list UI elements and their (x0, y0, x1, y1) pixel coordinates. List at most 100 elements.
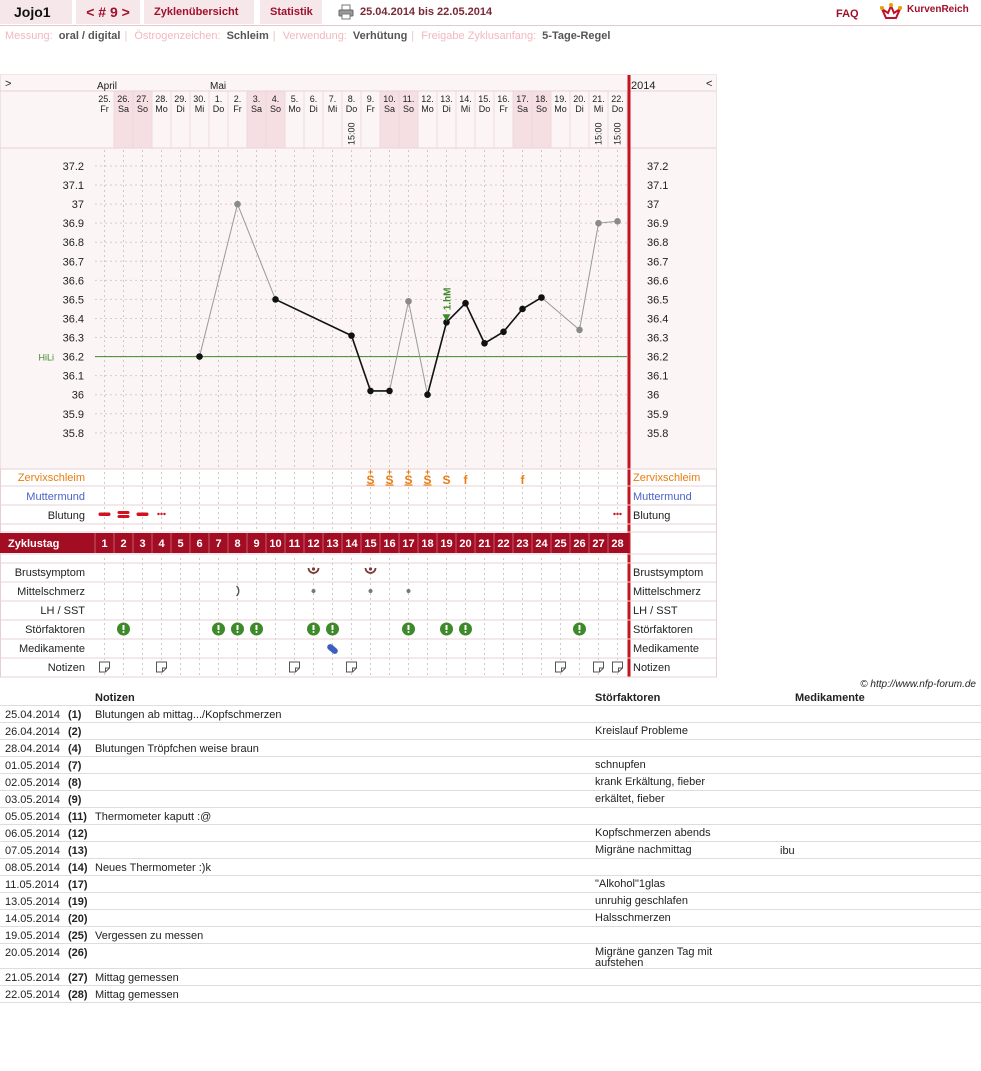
day-weekday: Fr (100, 104, 109, 114)
entry-stoerfaktor: Migräne ganzen Tag mit aufstehen (595, 946, 713, 969)
disturbance-icon-mark (236, 631, 239, 633)
day-date: 19. (554, 94, 567, 104)
y-tick-label: 37 (647, 199, 659, 211)
temperature-point (519, 305, 526, 313)
y-tick-label: 36.4 (647, 313, 668, 325)
bleeding-strong (117, 515, 130, 518)
crown-icon (880, 3, 902, 19)
faq-link[interactable]: FAQ (836, 8, 859, 20)
y-tick-label: 37.2 (63, 161, 84, 173)
entry-cycle-day: (26) (68, 947, 88, 959)
top-bar: Jojo1 < # 9 > Zyklenübersicht Statistik … (0, 0, 981, 26)
setting-key: Freigabe Zyklusanfang: (421, 30, 537, 42)
entry-cycle-day: (13) (68, 845, 88, 857)
entry-note: Blutungen Tröpfchen weise braun (95, 743, 259, 755)
temperature-point (272, 296, 279, 303)
y-tick-label: 36.8 (63, 237, 84, 249)
cycle-day-label: Zyklustag (8, 538, 59, 550)
day-weekday: So (403, 104, 414, 114)
y-tick-label: 37.1 (63, 180, 84, 192)
tab-zyklenuebersicht[interactable]: Zyklenübersicht (144, 0, 254, 24)
entry-cycle-day: (25) (68, 930, 88, 942)
measure-time: 15:00 (347, 122, 357, 145)
disturbance-icon-mark (578, 625, 581, 630)
spotting-dot (616, 512, 619, 516)
day-date: 16. (497, 94, 510, 104)
entry-stoerfaktor: krank Erkältung, fieber (595, 776, 706, 788)
table-row: 13.05.2014 (19) unruhig geschlafen (0, 893, 981, 910)
row-label-right: Muttermund (633, 491, 692, 503)
mittelschmerz-dot (311, 589, 316, 593)
entry-stoerfaktor: "Alkohol"1glas (595, 878, 666, 890)
entry-note: Thermometer kaputt :@ (95, 811, 212, 823)
day-date: 13. (440, 94, 453, 104)
day-date: 15. (478, 94, 491, 104)
tab-statistik[interactable]: Statistik (260, 0, 322, 24)
table-row: 19.05.2014 (25) Vergessen zu messen (0, 927, 981, 944)
bleeding-medium (98, 512, 111, 516)
cycle-day-number: 26 (573, 538, 585, 550)
day-weekday: Mi (328, 104, 338, 114)
nav-next-button: < (706, 78, 712, 90)
row-label-right: Medikamente (633, 643, 699, 655)
mittelschmerz-dot (406, 589, 411, 593)
row-label-left: Notizen (48, 662, 85, 674)
entry-date: 28.04.2014 (5, 743, 61, 755)
setting-key: Messung: (5, 30, 53, 42)
day-weekday: Mo (554, 104, 567, 114)
entry-stoerfaktor: Kreislauf Probleme (595, 725, 688, 737)
y-tick-label: 36.6 (63, 275, 84, 287)
day-date: 20. (573, 94, 586, 104)
table-row: 22.05.2014 (28) Mittag gemessen (0, 986, 981, 1003)
entry-stoerfaktor: Migräne nachmittag (595, 844, 692, 856)
col-medikamente: Medikamente (795, 692, 865, 704)
kurvenreich-logo[interactable]: KurvenReich (880, 3, 980, 21)
day-weekday: Di (442, 104, 451, 114)
disturbance-icon-mark (464, 625, 467, 630)
entry-date: 20.05.2014 (5, 947, 61, 959)
entry-stoerfaktor: Kopfschmerzen abends (595, 827, 711, 839)
col-notes: Notizen (95, 692, 135, 704)
day-weekday: Sa (384, 104, 395, 114)
entry-date: 03.05.2014 (5, 794, 61, 806)
disturbance-icon-mark (331, 625, 334, 630)
cycle-day-number: 6 (196, 538, 202, 550)
day-weekday: Mi (594, 104, 604, 114)
user-name: Jojo1 (0, 0, 72, 24)
day-date: 11. (403, 94, 415, 104)
setting-value: Schleim (226, 30, 269, 42)
row-label-left: Zervixschleim (18, 472, 85, 484)
table-row: 05.05.2014 (11) Thermometer kaputt :@ (0, 808, 981, 825)
y-tick-label: 36.3 (63, 333, 84, 345)
day-weekday: Mi (195, 104, 205, 114)
entry-stoerfaktor: Halsschmerzen (595, 912, 671, 924)
day-date: 1. (215, 94, 223, 104)
day-weekday: Sa (118, 104, 129, 114)
row-label-left: Muttermund (26, 491, 85, 503)
y-tick-label: 36.6 (647, 275, 668, 287)
y-tick-label: 36.2 (647, 352, 668, 364)
entry-note: Neues Thermometer :)k (95, 862, 211, 874)
day-date: 22. (611, 94, 624, 104)
day-weekday: Do (612, 104, 624, 114)
copyright: © http://www.nfp-forum.de (860, 679, 976, 690)
entry-cycle-day: (19) (68, 896, 88, 908)
entry-cycle-day: (9) (68, 794, 82, 806)
cover-line-label: HiLi (38, 353, 54, 363)
row-label-right: LH / SST (633, 605, 678, 617)
table-row: 20.05.2014 (26) Migräne ganzen Tag mit auf… (0, 944, 981, 969)
cycle-navigation[interactable]: < # 9 > (76, 0, 140, 24)
disturbance-icon-mark (255, 631, 258, 633)
spotting-dot (157, 512, 160, 516)
day-weekday: Sa (517, 104, 528, 114)
printer-icon[interactable] (338, 4, 354, 20)
day-weekday: Di (176, 104, 185, 114)
entry-date: 14.05.2014 (5, 913, 61, 925)
entry-note: Blutungen ab mittag.../Kopfschmerzen (95, 709, 282, 721)
temperature-point (234, 200, 241, 208)
day-date: 3. (253, 94, 261, 104)
temperature-point (538, 294, 545, 301)
y-tick-label: 35.8 (647, 428, 668, 440)
disturbance-icon-mark (445, 625, 448, 630)
entry-date: 06.05.2014 (5, 828, 61, 840)
